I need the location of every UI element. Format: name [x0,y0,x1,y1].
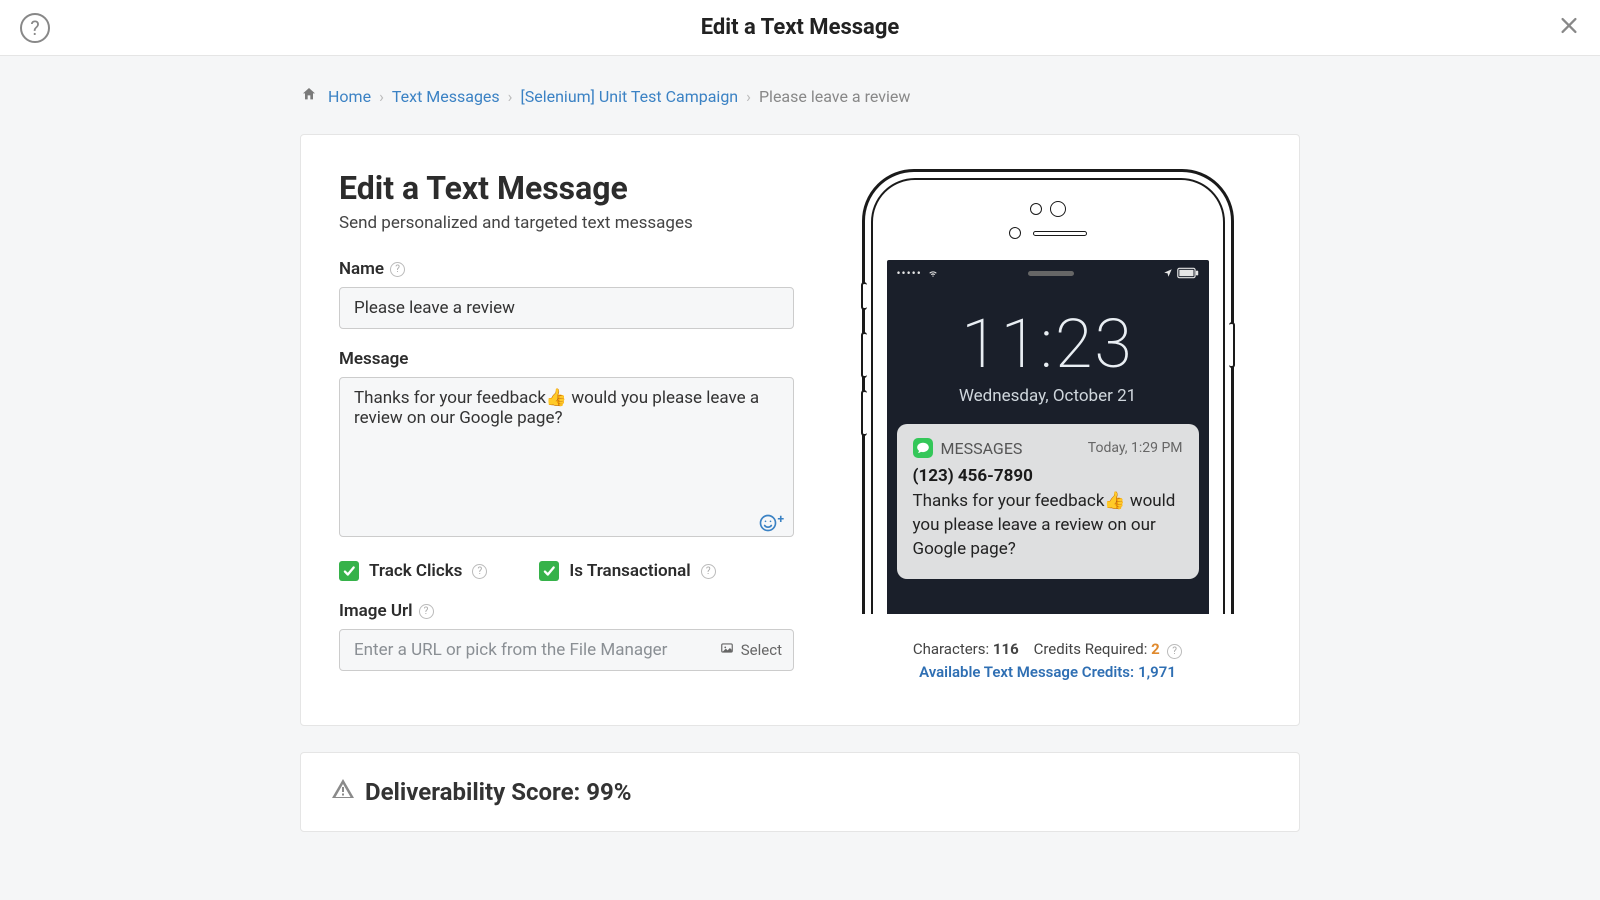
modal-title: Edit a Text Message [701,15,900,40]
characters-count: 116 [993,640,1019,658]
deliverability-title: Deliverability Score: 99% [365,778,632,806]
help-icon[interactable]: ? [472,564,487,579]
breadcrumb-campaign[interactable]: [Selenium] Unit Test Campaign [520,87,738,106]
phone-preview: ••••• 11: [858,169,1238,614]
help-icon[interactable]: ? [701,564,716,579]
help-icon[interactable]: ? [390,262,405,277]
name-label: Name ? [339,259,794,279]
help-icon[interactable]: ? [419,604,434,619]
preview-notification: MESSAGES Today, 1:29 PM (123) 456-7890 T… [897,424,1199,579]
chevron-right-icon: › [746,87,751,106]
signal-icon: ••••• [897,266,940,280]
breadcrumb-home[interactable]: Home [328,87,371,106]
battery-icon [1163,267,1199,279]
name-input[interactable] [339,287,794,329]
plus-icon: + [777,513,784,525]
stats: Characters: 116 Credits Required: 2 ? Av… [913,640,1182,681]
preview-notif-time: Today, 1:29 PM [1088,440,1183,456]
preview-date: Wednesday, October 21 [887,386,1209,406]
credits-required: 2 [1151,640,1160,658]
home-icon[interactable] [300,86,318,106]
is-transactional-label: Is Transactional [569,561,690,581]
emoji-picker-button[interactable]: + [758,513,784,533]
select-file-button[interactable]: Select [719,641,782,659]
preview-time: 11:23 [887,304,1209,384]
image-url-label: Image Url ? [339,601,794,621]
preview-sender: (123) 456-7890 [913,466,1183,486]
breadcrumb: Home › Text Messages › [Selenium] Unit T… [300,86,1300,106]
message-label: Message [339,349,794,369]
breadcrumb-text-messages[interactable]: Text Messages [392,87,500,106]
chevron-right-icon: › [508,87,513,106]
help-icon[interactable]: ? [1167,644,1182,659]
deliverability-card: Deliverability Score: 99% [300,752,1300,832]
preview-app-label: MESSAGES [941,439,1023,458]
edit-card: Edit a Text Message Send personalized an… [300,134,1300,726]
close-icon[interactable] [1558,14,1580,41]
chevron-right-icon: › [379,87,384,106]
is-transactional-checkbox[interactable] [539,561,559,581]
image-icon [719,641,735,659]
track-clicks-checkbox[interactable] [339,561,359,581]
modal-body: Home › Text Messages › [Selenium] Unit T… [0,56,1600,900]
page-subtitle: Send personalized and targeted text mess… [339,213,794,233]
page-title: Edit a Text Message [339,169,794,207]
available-credits-link[interactable]: Available Text Message Credits: 1,971 [913,663,1182,681]
warning-icon [331,777,355,807]
message-input[interactable] [339,377,794,537]
help-icon[interactable]: ? [20,13,50,43]
messages-app-icon [913,438,933,458]
preview-body: Thanks for your feedback👍 would you plea… [913,490,1183,561]
available-credits-value: 1,971 [1138,663,1176,681]
track-clicks-label: Track Clicks [369,561,462,581]
modal-header: ? Edit a Text Message [0,0,1600,56]
breadcrumb-current: Please leave a review [759,87,910,106]
